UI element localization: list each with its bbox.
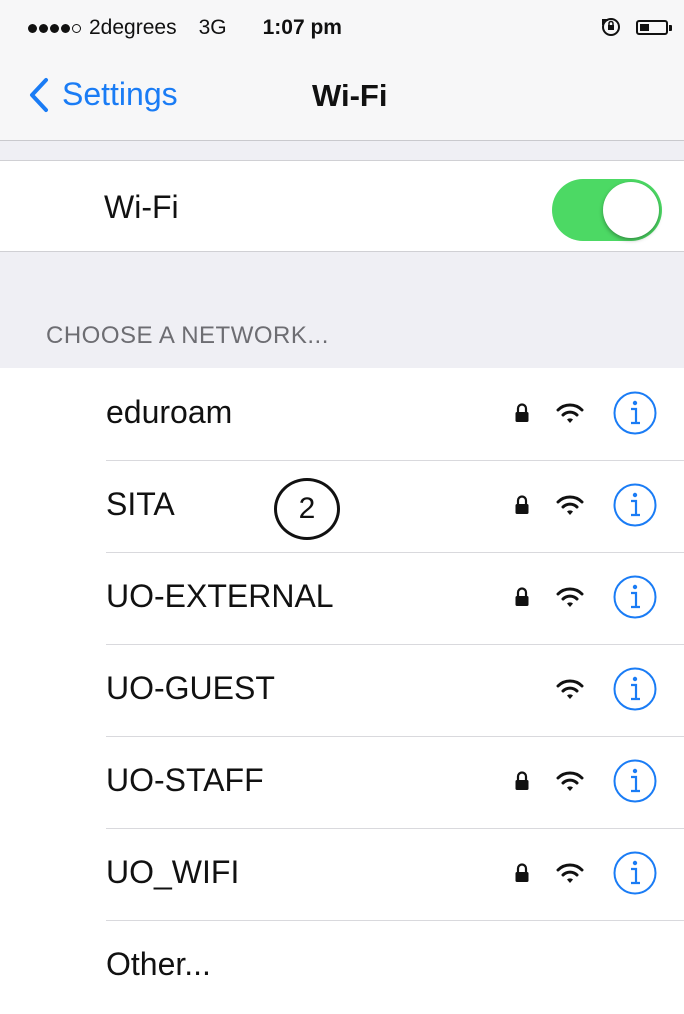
- wifi-toggle-switch[interactable]: [552, 179, 662, 241]
- toggle-knob: [603, 182, 659, 238]
- network-row-uo-external[interactable]: UO-EXTERNAL: [0, 552, 684, 644]
- section-header-band: [0, 252, 684, 368]
- callout-marker: 2: [274, 478, 340, 540]
- section-header: CHOOSE A NETWORK...: [46, 322, 329, 349]
- info-icon[interactable]: [612, 666, 658, 712]
- lock-icon: [515, 587, 529, 606]
- row-separator: [106, 920, 684, 921]
- network-list: eduroam SITA UO-EXTERNAL UO-GUEST UO-STA…: [0, 368, 684, 1014]
- wifi-toggle-row: Wi-Fi: [0, 160, 684, 252]
- row-separator: [106, 828, 684, 829]
- navigation-bar: Settings Wi-Fi: [0, 56, 684, 141]
- network-row-other[interactable]: Other...: [0, 920, 684, 1012]
- lock-icon: [515, 771, 529, 790]
- wifi-signal-icon: [556, 863, 584, 883]
- status-left: 2degrees 3G 1:07 pm: [28, 16, 342, 40]
- network-name: UO-EXTERNAL: [106, 578, 334, 614]
- info-icon[interactable]: [612, 390, 658, 436]
- wifi-signal-icon: [556, 771, 584, 791]
- group-spacer: [0, 141, 684, 160]
- network-name: eduroam: [106, 394, 233, 430]
- wifi-signal-icon: [556, 679, 584, 699]
- battery-icon: [636, 19, 672, 35]
- info-icon[interactable]: [612, 850, 658, 896]
- network-row-eduroam[interactable]: eduroam: [0, 368, 684, 460]
- info-icon[interactable]: [612, 574, 658, 620]
- rotation-lock-icon: [602, 18, 620, 36]
- carrier-name: 2degrees: [89, 16, 177, 39]
- network-row-uo-staff[interactable]: UO-STAFF: [0, 736, 684, 828]
- row-separator: [106, 736, 684, 737]
- page-title: Wi-Fi: [312, 78, 388, 113]
- wifi-toggle-label: Wi-Fi: [104, 189, 179, 225]
- network-name: UO_WIFI: [106, 854, 240, 890]
- network-name: UO-STAFF: [106, 762, 264, 798]
- lock-icon: [515, 403, 529, 422]
- wifi-settings-screen: 2degrees 3G 1:07 pm Settings Wi-Fi Wi-Fi…: [0, 0, 684, 1014]
- network-row-sita[interactable]: SITA: [0, 460, 684, 552]
- lock-icon: [515, 495, 529, 514]
- wifi-signal-icon: [556, 403, 584, 423]
- status-bar: 2degrees 3G 1:07 pm: [0, 0, 684, 56]
- info-icon[interactable]: [612, 482, 658, 528]
- lock-icon: [515, 863, 529, 882]
- row-separator: [106, 552, 684, 553]
- network-row-uo-guest[interactable]: UO-GUEST: [0, 644, 684, 736]
- row-separator: [106, 644, 684, 645]
- signal-strength-icon: [28, 23, 83, 33]
- wifi-signal-icon: [556, 495, 584, 515]
- network-name: SITA: [106, 486, 175, 522]
- info-icon[interactable]: [612, 758, 658, 804]
- network-row-uo-wifi[interactable]: UO_WIFI: [0, 828, 684, 920]
- chevron-left-icon: [30, 77, 48, 112]
- network-type: 3G: [198, 16, 227, 39]
- other-network-label: Other...: [106, 946, 211, 982]
- row-separator: [106, 460, 684, 461]
- back-button-label: Settings: [62, 76, 178, 112]
- back-button[interactable]: Settings: [28, 76, 178, 113]
- status-right: [600, 16, 672, 38]
- wifi-signal-icon: [556, 587, 584, 607]
- status-time: 1:07 pm: [262, 16, 342, 39]
- network-name: UO-GUEST: [106, 670, 275, 706]
